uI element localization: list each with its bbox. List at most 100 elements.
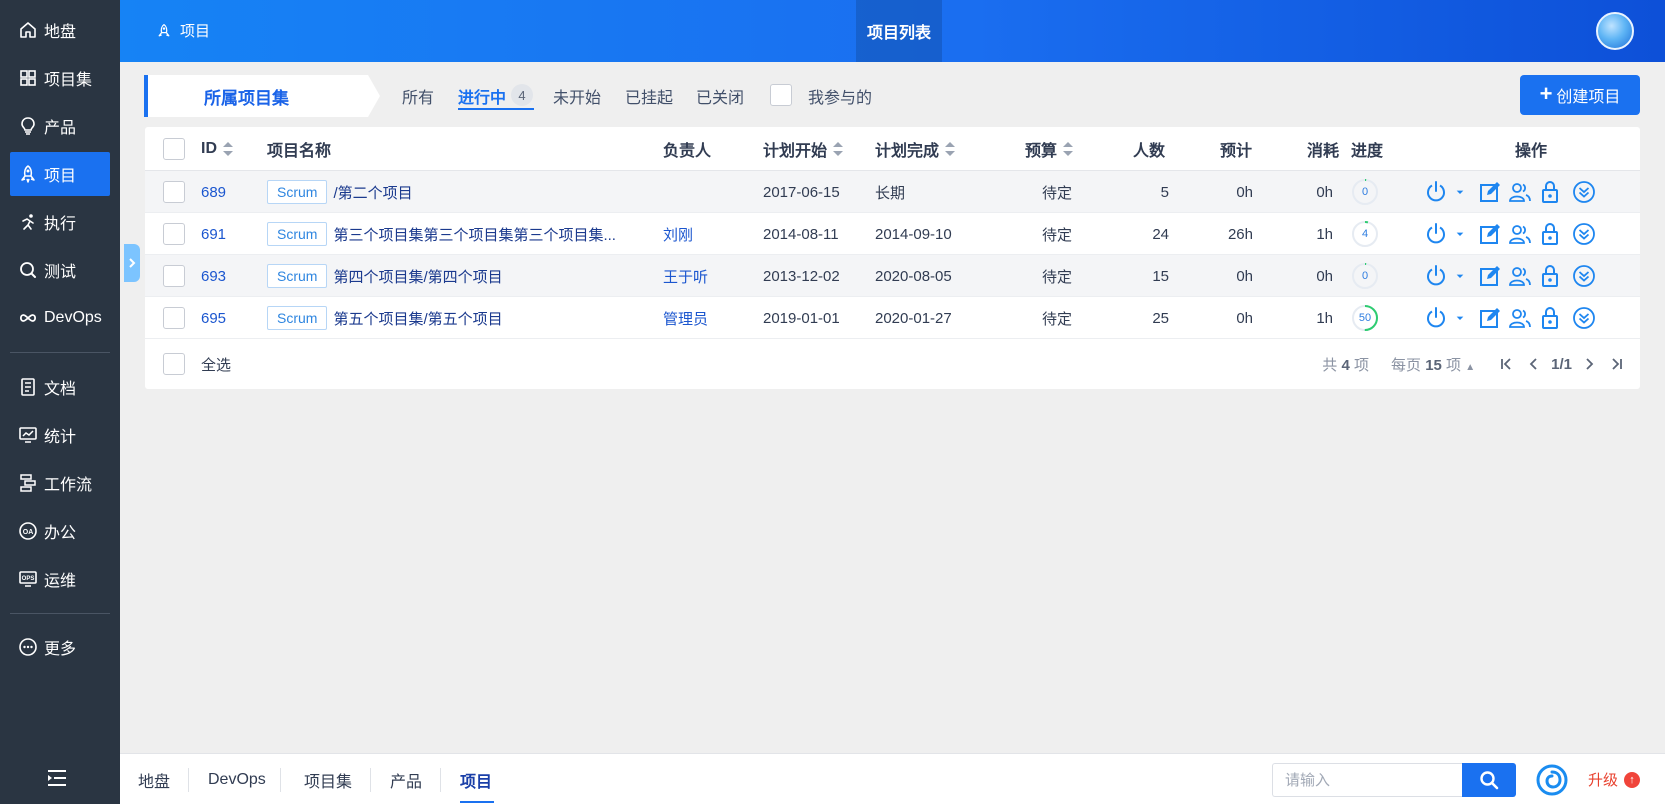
sidebar-item-bi[interactable]: 统计 xyxy=(10,413,110,457)
edit-button[interactable] xyxy=(1477,220,1503,248)
bottom-tab-product[interactable]: 产品 xyxy=(390,754,422,804)
project-name-link[interactable]: 第三个项目集第三个项目集第三个项目集... xyxy=(333,224,616,245)
sidebar-item-workflow[interactable]: 工作流 xyxy=(10,461,110,505)
search-input[interactable] xyxy=(1272,763,1462,797)
table-row[interactable]: 695 Scrum 第五个项目集/第五个项目 管理员 2019-01-01 20… xyxy=(145,297,1640,339)
upgrade-link[interactable]: 升级 ↑ xyxy=(1588,754,1641,804)
project-id[interactable]: 693 xyxy=(201,255,251,297)
row-checkbox[interactable] xyxy=(163,307,185,329)
project-name-cell: Scrum 第五个项目集/第五个项目 xyxy=(267,297,647,339)
more-actions-button[interactable] xyxy=(1571,262,1597,290)
project-name-link[interactable]: 第四个项目集/第四个项目 xyxy=(333,266,502,287)
sidebar-item-more[interactable]: 更多 xyxy=(10,625,110,669)
sidebar-item-execution[interactable]: 执行 xyxy=(10,200,110,244)
project-id[interactable]: 691 xyxy=(201,213,251,255)
edit-icon xyxy=(1480,308,1500,328)
header-begin-label: 计划开始 xyxy=(763,143,828,160)
project-pm[interactable]: 王于听 xyxy=(663,255,743,297)
sidebar-item-doc[interactable]: 文档 xyxy=(10,365,110,409)
collapse-menu-icon[interactable] xyxy=(46,768,68,788)
team-button[interactable] xyxy=(1507,178,1533,206)
team-button[interactable] xyxy=(1507,220,1533,248)
bottom-tab-project[interactable]: 项目 xyxy=(460,754,492,804)
project-pm[interactable]: 刘刚 xyxy=(663,213,743,255)
edit-button[interactable] xyxy=(1477,262,1503,290)
project-pm[interactable] xyxy=(663,171,743,213)
project-name-link[interactable]: 第五个项目集/第五个项目 xyxy=(333,308,502,329)
bottom-tab-program[interactable]: 项目集 xyxy=(304,754,352,804)
next-page-button[interactable] xyxy=(1578,353,1600,375)
start-button[interactable] xyxy=(1423,304,1449,332)
involved-checkbox[interactable] xyxy=(770,84,792,106)
avatar[interactable] xyxy=(1596,12,1634,50)
project-name-link[interactable]: /第二个项目 xyxy=(333,182,412,203)
lock-button[interactable] xyxy=(1537,304,1563,332)
sidebar-item-qa[interactable]: 测试 xyxy=(10,248,110,292)
filter-suspended[interactable]: 已挂起 xyxy=(625,84,673,108)
zentao-logo-icon[interactable] xyxy=(1536,764,1568,796)
edit-button[interactable] xyxy=(1477,304,1503,332)
more-actions-button[interactable] xyxy=(1571,304,1597,332)
caret-down-button[interactable] xyxy=(1451,262,1469,290)
edit-button[interactable] xyxy=(1477,178,1503,206)
row-checkbox[interactable] xyxy=(163,265,185,287)
progress-value: 50 xyxy=(1358,312,1372,324)
more-actions-button[interactable] xyxy=(1571,220,1597,248)
header-checkbox[interactable] xyxy=(163,138,185,160)
pager-per-page[interactable]: 每页 15 项 ▲ xyxy=(1391,354,1475,375)
search-button[interactable] xyxy=(1462,763,1516,797)
program-set-tab[interactable]: 所属项目集 xyxy=(144,75,380,117)
select-all-checkbox[interactable] xyxy=(163,353,185,375)
start-button[interactable] xyxy=(1423,220,1449,248)
filter-closed[interactable]: 已关闭 xyxy=(696,84,744,108)
caret-down-button[interactable] xyxy=(1451,304,1469,332)
header-end[interactable]: 计划完成 xyxy=(875,127,956,171)
sidebar-item-oa[interactable]: OA 办公 xyxy=(10,509,110,553)
chevron-right-icon xyxy=(1586,358,1594,370)
sidebar-item-label: 办公 xyxy=(44,525,77,542)
bottom-tab-devops[interactable]: DevOps xyxy=(208,754,266,804)
filter-doing[interactable]: 进行中 xyxy=(458,84,506,108)
sidebar-item-ops[interactable]: OPS 运维 xyxy=(10,557,110,601)
header-id[interactable]: ID xyxy=(201,127,233,171)
team-button[interactable] xyxy=(1507,262,1533,290)
prev-page-button[interactable] xyxy=(1523,353,1545,375)
first-page-button[interactable] xyxy=(1495,353,1517,375)
project-id[interactable]: 689 xyxy=(201,171,251,213)
page-title-tab[interactable]: 项目列表 xyxy=(856,0,942,62)
lock-button[interactable] xyxy=(1537,178,1563,206)
header-budget[interactable]: 预算 xyxy=(1025,127,1074,171)
table-row[interactable]: 693 Scrum 第四个项目集/第四个项目 王于听 2013-12-02 20… xyxy=(145,255,1640,297)
table-row[interactable]: 691 Scrum 第三个项目集第三个项目集第三个项目集... 刘刚 2014-… xyxy=(145,213,1640,255)
filter-all[interactable]: 所有 xyxy=(402,84,434,108)
project-pm[interactable]: 管理员 xyxy=(663,297,743,339)
header-begin[interactable]: 计划开始 xyxy=(763,127,844,171)
bottom-tab-dashboard[interactable]: 地盘 xyxy=(138,754,170,804)
edit-icon xyxy=(1480,224,1500,244)
last-page-button[interactable] xyxy=(1606,353,1628,375)
more-actions-button[interactable] xyxy=(1571,178,1597,206)
row-checkbox[interactable] xyxy=(163,223,185,245)
sidebar-item-product[interactable]: 产品 xyxy=(10,104,110,148)
caret-down-button[interactable] xyxy=(1451,220,1469,248)
sidebar-item-devops[interactable]: DevOps xyxy=(10,296,110,340)
start-button[interactable] xyxy=(1423,262,1449,290)
select-all-label[interactable]: 全选 xyxy=(201,354,231,375)
side-panel-toggle[interactable] xyxy=(124,244,140,282)
create-project-button[interactable]: + 创建项目 xyxy=(1520,75,1640,115)
filter-involved-label[interactable]: 我参与的 xyxy=(808,84,872,108)
sidebar-item-project[interactable]: 项目 xyxy=(10,152,110,196)
table-row[interactable]: 689 Scrum /第二个项目 2017-06-15 长期 待定 5 0h 0… xyxy=(145,171,1640,213)
sidebar-item-label: 文档 xyxy=(44,381,77,398)
sidebar-item-program[interactable]: 项目集 xyxy=(10,56,110,100)
project-id[interactable]: 695 xyxy=(201,297,251,339)
lock-button[interactable] xyxy=(1537,220,1563,248)
lock-button[interactable] xyxy=(1537,262,1563,290)
module-switcher[interactable]: 项目 xyxy=(156,20,210,41)
start-button[interactable] xyxy=(1423,178,1449,206)
caret-down-button[interactable] xyxy=(1451,178,1469,206)
filter-wait[interactable]: 未开始 xyxy=(553,84,601,108)
team-button[interactable] xyxy=(1507,304,1533,332)
row-checkbox[interactable] xyxy=(163,181,185,203)
sidebar-item-dashboard[interactable]: 地盘 xyxy=(10,8,110,52)
